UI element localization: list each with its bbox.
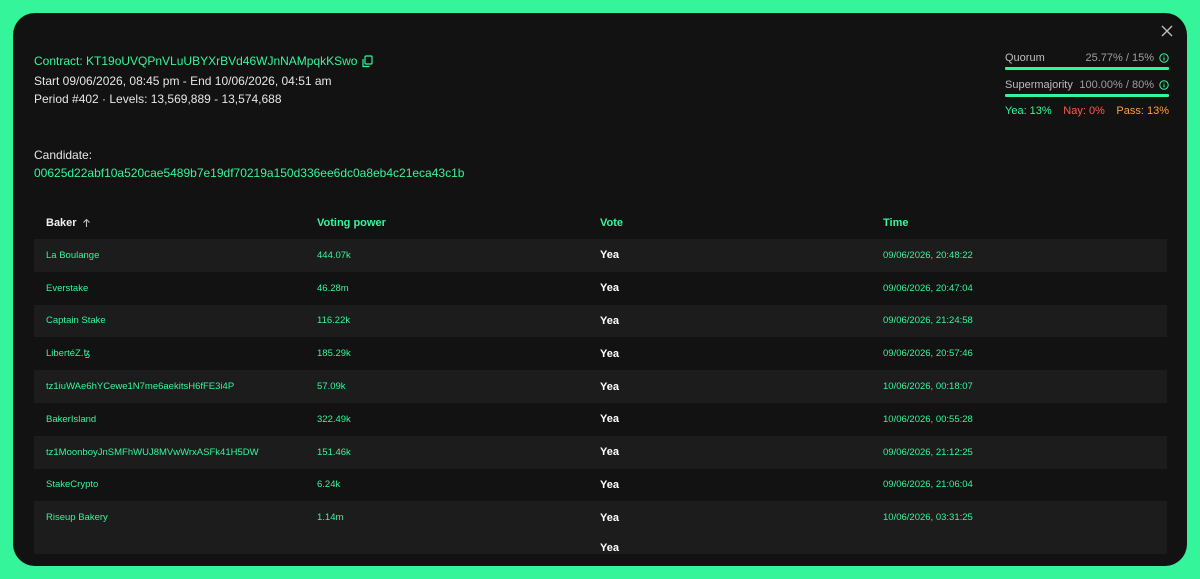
vote-column-header[interactable]: Vote: [600, 217, 883, 229]
table-row: La Boulange 444.07k Yea 09/06/2026, 20:48:2…: [34, 239, 1167, 272]
vote-value: Yea: [600, 446, 619, 459]
vote-time-value: 09/06/2026, 20:47:04: [883, 282, 973, 294]
candidate-hash-link[interactable]: 00625d22abf10a520cae5489b7e19df70219a150…: [34, 166, 464, 180]
proposal-modal: Contract: KT19oUVQPnVLuUBYXrBVd46WJnNAMp…: [13, 13, 1187, 566]
info-icon[interactable]: [1159, 80, 1169, 90]
vote-time-value: 10/06/2026, 00:55:28: [883, 413, 973, 425]
supermajority-bar: [1005, 94, 1169, 97]
voting-power-value: 46.28m: [317, 282, 349, 294]
quorum-label: Quorum: [1005, 52, 1045, 64]
baker-link[interactable]: BakerIsland: [34, 414, 317, 425]
table-row: tz1MoonboyJnSMFhWUJ8MVwWrxASFk41H5DW 151.…: [34, 435, 1167, 469]
sort-arrow-up-icon: [82, 218, 90, 227]
pass-percent: Pass: 13%: [1116, 105, 1169, 117]
baker-link[interactable]: La Boulange: [34, 250, 317, 261]
vote-value: Yea: [600, 249, 619, 262]
vote-value: Yea: [600, 380, 619, 393]
vote-value: Yea: [600, 314, 619, 327]
supermajority-value: 100.00% / 80%: [1079, 79, 1154, 91]
voting-power-value: 444.07k: [317, 249, 351, 261]
info-icon[interactable]: [1159, 53, 1169, 63]
baker-link[interactable]: tz1MoonboyJnSMFhWUJ8MVwWrxASFk41H5DW: [34, 447, 317, 458]
quorum-bar: [1005, 67, 1169, 70]
baker-column-header[interactable]: Baker: [34, 217, 317, 229]
vote-time-value: 10/06/2026, 00:18:07: [883, 381, 973, 393]
voting-power-value: 57.09k: [317, 381, 346, 393]
vote-stats: Quorum 25.77% / 15% Supermajority 100.00…: [1005, 51, 1169, 117]
vote-time-value: 09/06/2026, 20:48:22: [883, 249, 973, 261]
candidate-section: Candidate: 00625d22abf10a520cae5489b7e19…: [34, 148, 464, 180]
baker-link[interactable]: Everstake: [34, 283, 317, 294]
voting-power-value: 116.22k: [317, 315, 351, 327]
nay-percent: Nay: 0%: [1063, 105, 1105, 117]
copy-icon[interactable]: [361, 54, 374, 68]
vote-time-value: 10/06/2026, 03:31:25: [883, 512, 973, 524]
close-icon: [1161, 25, 1173, 37]
vote-value: Yea: [600, 478, 619, 491]
baker-link[interactable]: Riseup Bakery: [34, 512, 317, 523]
voting-power-column-header[interactable]: Voting power: [317, 217, 600, 229]
vote-time-value: 09/06/2026, 20:57:46: [883, 348, 973, 360]
baker-link[interactable]: Captain Stake: [34, 315, 317, 326]
vote-time-value: 09/06/2026, 21:24:58: [883, 315, 973, 327]
voting-power-value: 322.49k: [317, 413, 351, 425]
contract-link[interactable]: Contract: KT19oUVQPnVLuUBYXrBVd46WJnNAMp…: [34, 54, 357, 68]
table-row: BakerIsland 322.49k Yea 10/06/2026, 00:55:2…: [34, 403, 1167, 436]
period-levels: Period #402 · Levels: 13,569,889 - 13,57…: [34, 92, 282, 106]
table-row: Riseup Bakery 1.14m Yea 10/06/2026, 03:31:2…: [34, 501, 1167, 535]
period-info: Contract: KT19oUVQPnVLuUBYXrBVd46WJnNAMp…: [34, 53, 374, 105]
period-dates: Start 09/06/2026, 08:45 pm - End 10/06/2…: [34, 74, 332, 88]
yea-percent: Yea: 13%: [1005, 105, 1052, 117]
baker-link[interactable]: StakeCrypto: [34, 479, 317, 490]
table-row: Captain Stake 116.22k Yea 09/06/2026, 21:24…: [34, 304, 1167, 338]
votes-table: Baker Voting power Vote Time La Boulange…: [34, 207, 1167, 555]
table-row: Yea: [34, 534, 1167, 555]
voting-power-value: 151.46k: [317, 446, 351, 458]
voting-power-value: 1.14m: [317, 512, 344, 524]
close-button[interactable]: [1159, 23, 1175, 39]
vote-value: Yea: [600, 542, 619, 555]
vote-time-value: 09/06/2026, 21:12:25: [883, 446, 973, 458]
vote-value: Yea: [600, 347, 619, 360]
quorum-value: 25.77% / 15%: [1085, 52, 1155, 64]
table-row: LibertéZ.ꜩ 185.29k Yea 09/06/2026, 20:57:46: [34, 337, 1167, 370]
table-row: tz1iuWAe6hYCewe1N7me6aekitsH6fFE3i4P 57.0…: [34, 370, 1167, 403]
vote-value: Yea: [600, 282, 619, 295]
supermajority-label: Supermajority: [1005, 79, 1073, 91]
vote-value: Yea: [600, 511, 619, 524]
table-header: Baker Voting power Vote Time: [34, 207, 1167, 239]
voting-power-value: 185.29k: [317, 348, 351, 360]
table-row: Everstake 46.28m Yea 09/06/2026, 20:47:04: [34, 272, 1167, 305]
voting-power-value: 6.24k: [317, 479, 341, 491]
table-row: StakeCrypto 6.24k Yea 09/06/2026, 21:06:04: [34, 469, 1167, 502]
vote-value: Yea: [600, 413, 619, 426]
time-column-header[interactable]: Time: [883, 217, 1167, 229]
table-body: La Boulange 444.07k Yea 09/06/2026, 20:48:2…: [34, 239, 1167, 535]
baker-header-label: Baker: [46, 217, 77, 229]
vote-time-value: 09/06/2026, 21:06:04: [883, 479, 973, 491]
candidate-label: Candidate:: [34, 148, 93, 162]
baker-link[interactable]: LibertéZ.ꜩ: [34, 348, 317, 359]
baker-link[interactable]: tz1iuWAe6hYCewe1N7me6aekitsH6fFE3i4P: [34, 381, 317, 392]
